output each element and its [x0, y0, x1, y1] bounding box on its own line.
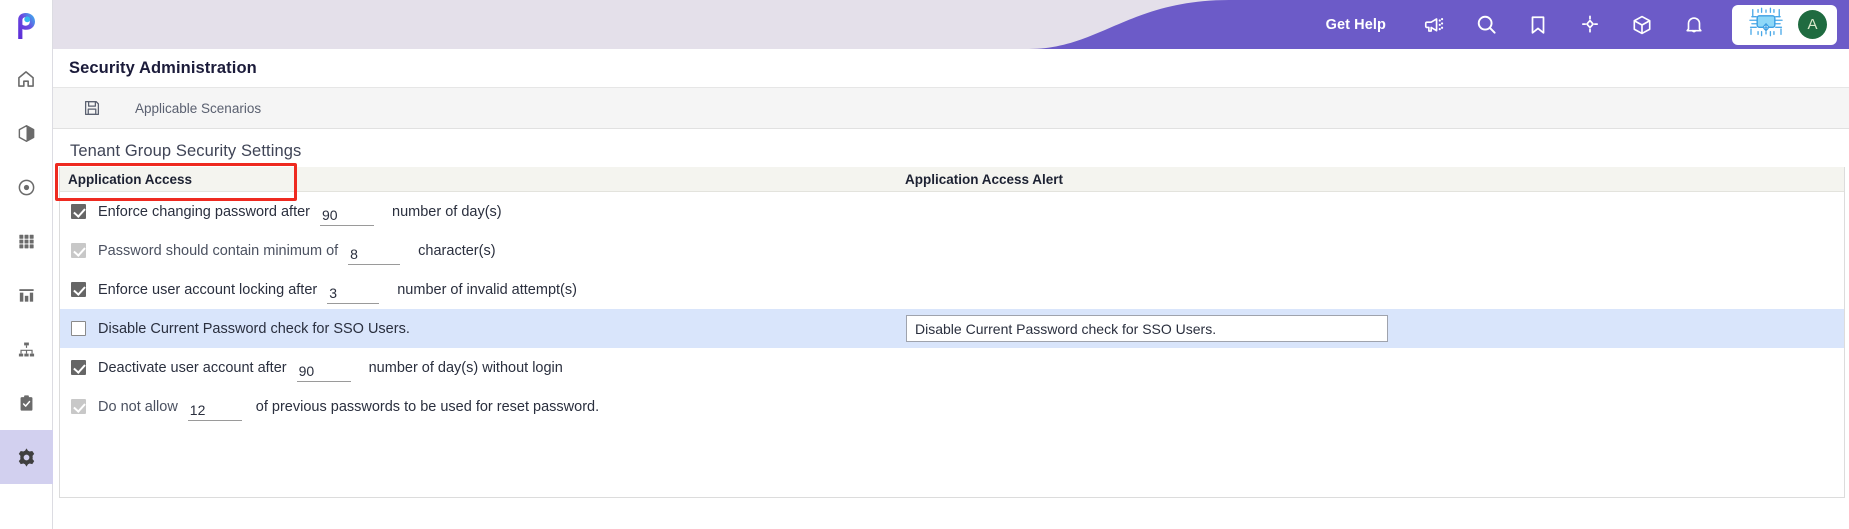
setting-label-suffix: character(s): [418, 242, 496, 259]
focus-button[interactable]: [1564, 0, 1616, 49]
setting-label-suffix: of previous passwords to be used for res…: [255, 398, 600, 415]
hierarchy-icon: [18, 342, 34, 356]
applicable-scenarios-button[interactable]: Applicable Scenarios: [135, 101, 261, 116]
get-help-button[interactable]: Get Help: [1326, 17, 1386, 33]
sidebar-item-grid[interactable]: [0, 214, 53, 268]
setting-label: Deactivate user account after: [98, 359, 287, 376]
table-row: Enforce user account locking after number…: [60, 270, 1844, 309]
setting-label: Enforce changing password after: [98, 203, 310, 220]
alert-message-input[interactable]: [906, 315, 1388, 342]
setting-label-suffix: number of invalid attempt(s): [397, 281, 577, 298]
bookmark-icon: [1531, 15, 1545, 34]
search-icon: [1477, 15, 1496, 34]
alert-cell: [900, 315, 1844, 342]
setting-cell: Disable Current Password check for SSO U…: [60, 321, 900, 337]
sidebar-item-targets[interactable]: [0, 160, 53, 214]
setting-cell: Enforce user account locking after number…: [60, 276, 900, 304]
content-toolbar: Applicable Scenarios: [53, 88, 1849, 129]
page-title: Security Administration: [69, 58, 257, 77]
sidebar-item-home[interactable]: [0, 52, 53, 106]
table-row: Disable Current Password check for SSO U…: [60, 309, 1844, 348]
sidebar-item-models[interactable]: [0, 106, 53, 160]
save-floppy-icon: [84, 100, 100, 116]
settings-panel: Application Access Application Access Al…: [59, 167, 1845, 498]
sidebar-item-tasks[interactable]: [0, 376, 53, 430]
setting-label: Do not allow: [98, 398, 178, 415]
column-header-application-access-alert: Application Access Alert: [905, 171, 1064, 187]
announcement-button[interactable]: [1408, 0, 1460, 49]
table-row: Do not allow of previous passwords to be …: [60, 387, 1844, 426]
package-button[interactable]: [1616, 0, 1668, 49]
focus-icon: [1581, 15, 1599, 33]
page-title-bar: Security Administration: [53, 49, 1849, 88]
setting-cell: Do not allow of previous passwords to be …: [60, 393, 900, 421]
target-icon: [18, 179, 34, 195]
setting-label: Password should contain minimum of: [98, 242, 339, 259]
save-button[interactable]: [75, 91, 109, 125]
setting-checkbox[interactable]: [71, 321, 86, 336]
package-icon: [1633, 15, 1651, 34]
sidebar-item-administration[interactable]: [0, 430, 53, 484]
setting-checkbox[interactable]: [71, 243, 86, 258]
setting-checkbox[interactable]: [71, 399, 86, 414]
app-logo[interactable]: [0, 0, 53, 52]
paligo-p-logo-icon: [18, 13, 35, 39]
setting-cell: Password should contain minimum of charac…: [60, 237, 900, 265]
grid-icon: [18, 234, 34, 248]
bar-chart-icon: [18, 288, 34, 302]
setting-value-input[interactable]: [296, 361, 351, 382]
sidebar-item-reports[interactable]: [0, 268, 53, 322]
top-header-bar: Get Help A: [53, 0, 1849, 49]
search-button[interactable]: [1460, 0, 1512, 49]
table-header-row: Application Access Application Access Al…: [60, 167, 1844, 192]
notifications-button[interactable]: [1668, 0, 1720, 49]
setting-label-suffix: number of day(s): [392, 203, 502, 220]
ai-chip-icon: [1749, 7, 1783, 37]
setting-value-input[interactable]: [327, 283, 380, 304]
sidebar-item-hierarchy[interactable]: [0, 322, 53, 376]
setting-label: Disable Current Password check for SSO U…: [98, 320, 410, 337]
settings-rows: Enforce changing password after number of…: [60, 192, 1844, 426]
user-account-pill[interactable]: A: [1732, 4, 1837, 45]
setting-value-input[interactable]: [187, 400, 242, 421]
section-header: Tenant Group Security Settings: [53, 129, 1849, 167]
ai-assistant-button[interactable]: [1748, 7, 1784, 42]
table-row: Password should contain minimum of charac…: [60, 231, 1844, 270]
setting-label: Enforce user account locking after: [98, 281, 318, 298]
setting-value-input[interactable]: [320, 205, 374, 226]
left-nav-rail: [0, 0, 53, 529]
cube-icon: [18, 124, 34, 142]
setting-cell: Enforce changing password after number of…: [60, 198, 900, 226]
table-row: Enforce changing password after number of…: [60, 192, 1844, 231]
column-header-application-access: Application Access: [68, 171, 193, 187]
bell-icon: [1686, 16, 1702, 32]
setting-cell: Deactivate user account after number of d…: [60, 354, 900, 382]
section-title: Tenant Group Security Settings: [70, 142, 302, 160]
avatar[interactable]: A: [1798, 10, 1827, 39]
setting-checkbox[interactable]: [71, 204, 86, 219]
main-area: Get Help A Security Administration Appli…: [53, 0, 1849, 529]
bookmark-button[interactable]: [1512, 0, 1564, 49]
app-window: Get Help A Security Administration Appli…: [0, 0, 1849, 529]
top-header-actions: Get Help A: [1326, 0, 1849, 49]
home-icon: [18, 71, 34, 87]
table-row: Deactivate user account after number of d…: [60, 348, 1844, 387]
setting-checkbox[interactable]: [71, 282, 86, 297]
announcement-icon: [1424, 17, 1444, 32]
clipboard-check-icon: [20, 394, 32, 411]
setting-checkbox[interactable]: [71, 360, 86, 375]
setting-label-suffix: number of day(s) without login: [368, 359, 563, 376]
setting-value-input[interactable]: [348, 244, 401, 265]
gear-icon: [18, 447, 34, 467]
